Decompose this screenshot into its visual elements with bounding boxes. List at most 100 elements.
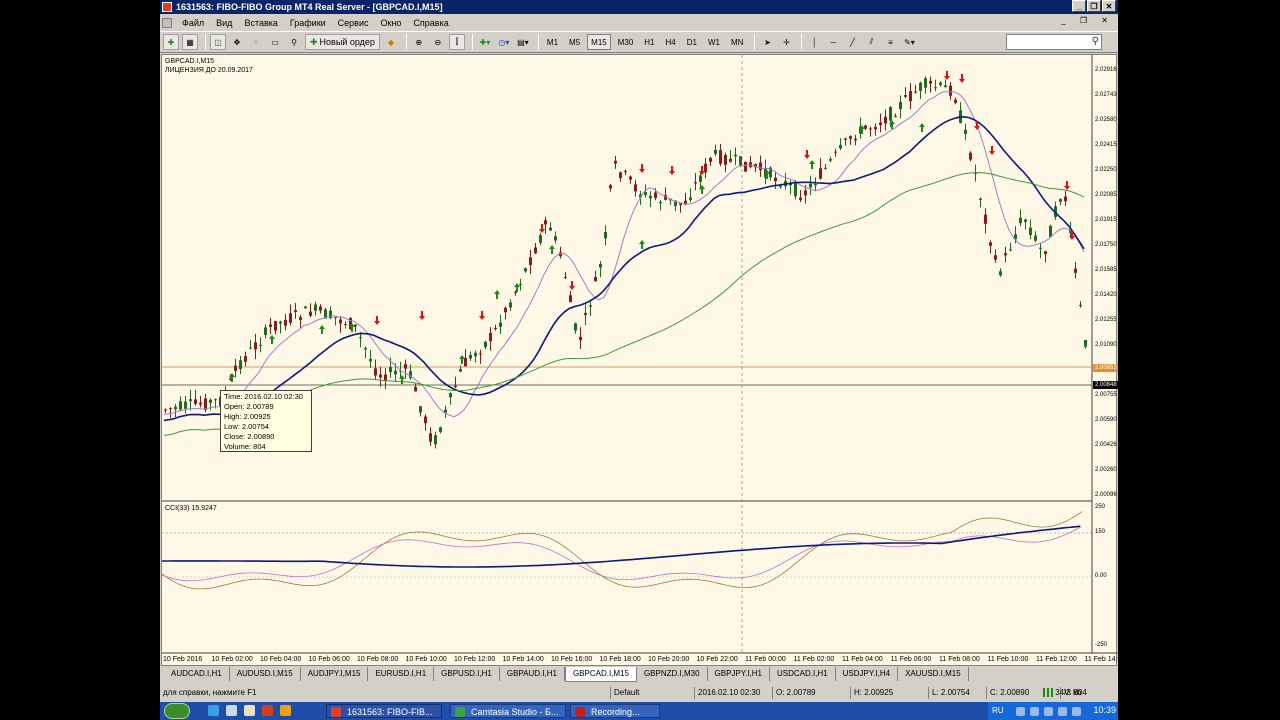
candle-body <box>929 80 932 84</box>
trendline-icon[interactable]: ╱ <box>844 34 860 50</box>
chart-tab[interactable]: USDJPY.I,H4 <box>836 667 899 681</box>
chart-tab[interactable]: GBPJPY.I,H1 <box>708 667 770 681</box>
tile-icon[interactable]: ⫿ <box>448 34 465 50</box>
explorer-icon[interactable] <box>244 705 255 716</box>
periods-icon[interactable]: ◷▾ <box>496 34 512 50</box>
chart-tab[interactable]: XAUUSD.I,M15 <box>898 667 969 681</box>
candle-body <box>264 327 267 335</box>
zoom-out-icon[interactable]: ⊖ <box>430 34 446 50</box>
language-indicator[interactable]: RU <box>992 706 1004 715</box>
timeframe-m5[interactable]: M5 <box>565 34 584 50</box>
media-player-icon[interactable] <box>262 705 273 716</box>
bid-price-tag: 2.00953 <box>1093 364 1118 372</box>
ie-icon[interactable] <box>208 705 219 716</box>
tray-icon-3[interactable] <box>1044 707 1053 716</box>
timeframe-m1[interactable]: M1 <box>543 34 562 50</box>
task-metatrader[interactable]: 1631563: FIBO-FIB... <box>326 704 442 718</box>
timeframe-h1[interactable]: H1 <box>640 34 658 50</box>
timeframe-h4[interactable]: H4 <box>662 34 680 50</box>
tooltip-high: High: 2.00925 <box>224 411 271 421</box>
draw-objects-menu-icon[interactable]: ✎▾ <box>901 34 917 50</box>
equidistant-channel-icon[interactable]: ⫽ <box>863 34 879 50</box>
chart-window-icon[interactable] <box>162 17 172 28</box>
time-scale-label: 11 Feb 14:00 <box>1084 656 1119 663</box>
buy-signal-arrow <box>639 240 645 249</box>
timeframe-m30[interactable]: M30 <box>614 34 638 50</box>
chart-tab[interactable]: GBPUSD.I,H1 <box>434 667 500 681</box>
search-icon[interactable]: ⚲ <box>1092 36 1099 47</box>
tray-icon-1[interactable] <box>1016 707 1025 716</box>
minimize-button[interactable]: _ <box>1072 0 1086 12</box>
time-scale-label: 10 Feb 06:00 <box>308 656 350 663</box>
candle-body <box>649 195 652 199</box>
sell-signal-arrow <box>804 150 810 159</box>
candle-body <box>299 317 302 321</box>
maximize-button[interactable]: ❐ <box>1087 0 1101 12</box>
timeframe-m15[interactable]: M15 <box>587 34 611 50</box>
menu-view[interactable]: Вид <box>210 18 238 28</box>
menu-window[interactable]: Окно <box>375 18 408 28</box>
data-window-icon[interactable]: ✧ <box>248 34 264 50</box>
price-scale-label: 2.01420 <box>1095 292 1117 298</box>
app-icon <box>162 2 172 12</box>
show-desktop-icon[interactable] <box>226 705 237 716</box>
task-camtasia[interactable]: Camtasia Studio - Б... <box>450 704 566 718</box>
candle-body <box>914 91 917 93</box>
candle-body <box>954 99 957 103</box>
candle-body <box>504 307 507 313</box>
templates-icon[interactable]: ▤▾ <box>515 34 531 50</box>
candle-body <box>989 242 992 246</box>
candle-body <box>714 149 717 154</box>
menu-insert[interactable]: Вставка <box>238 18 283 28</box>
chart-tab[interactable]: GBPAUD.I,H1 <box>500 667 565 681</box>
chart-tab[interactable]: EURUSD.I,H1 <box>368 667 435 681</box>
timeframe-w1[interactable]: W1 <box>704 34 724 50</box>
profiles-icon[interactable]: ▦ <box>182 34 198 50</box>
tray-icon-4[interactable] <box>1058 707 1067 716</box>
indicators-icon[interactable]: ✚▾ <box>477 34 493 50</box>
chrome-icon[interactable] <box>280 705 291 716</box>
search-input[interactable]: ⚲ <box>1006 34 1102 50</box>
terminal-icon[interactable]: ▭ <box>267 34 283 50</box>
new-chart-icon[interactable]: ✚ <box>163 34 179 50</box>
start-button[interactable] <box>164 703 190 719</box>
menu-bar: Файл Вид Вставка Графики Сервис Окно Спр… <box>160 15 1118 30</box>
candle-body <box>604 232 607 239</box>
autotrading-icon[interactable]: ◆ <box>383 34 399 50</box>
market-watch-icon[interactable]: ◫ <box>210 34 226 50</box>
zoom-in-icon[interactable]: ⊕ <box>411 34 427 50</box>
chart-tab[interactable]: AUDJPY.I,M15 <box>301 667 369 681</box>
horizontal-line-icon[interactable]: ─ <box>825 34 841 50</box>
new-order-button[interactable]: ✚ Новый ордер <box>305 34 380 50</box>
timeframe-d1[interactable]: D1 <box>683 34 701 50</box>
price-scale-label: 2.00755 <box>1095 392 1117 398</box>
menu-help[interactable]: Справка <box>407 18 454 28</box>
fibo-icon[interactable]: ≡ <box>882 34 898 50</box>
crosshair-icon[interactable]: ✛ <box>778 34 794 50</box>
volume-icon[interactable] <box>1072 707 1081 716</box>
cursor-icon[interactable]: ➤ <box>759 34 775 50</box>
menu-file[interactable]: Файл <box>176 18 210 28</box>
navigator-icon[interactable]: ✥ <box>229 34 245 50</box>
menu-tools[interactable]: Сервис <box>332 18 375 28</box>
chart-tab[interactable]: AUDCAD.I,H1 <box>164 667 230 681</box>
sell-signal-arrow <box>374 316 380 325</box>
task-recording[interactable]: Recording... <box>570 704 660 718</box>
chart-tab[interactable]: AUDUSD.I,M15 <box>230 667 301 681</box>
candle-body <box>389 367 392 373</box>
price-chart-canvas[interactable] <box>162 55 1118 667</box>
chart-tab[interactable]: USDCAD.I,H1 <box>770 667 836 681</box>
chart-window[interactable]: GBPCAD.I,M15 ЛИЦЕНЗИЯ ДО 20.09.2017 CCI(… <box>161 54 1119 667</box>
strategy-tester-icon[interactable]: ⚲ <box>286 34 302 50</box>
vertical-line-icon[interactable]: │ <box>806 34 822 50</box>
chart-tab[interactable]: GBPNZD.I,M30 <box>637 667 708 681</box>
timeframe-mn[interactable]: MN <box>727 34 747 50</box>
menu-charts[interactable]: Графики <box>284 18 332 28</box>
tray-icon-2[interactable] <box>1030 707 1039 716</box>
chart-tab[interactable]: GBPCAD.I,M15 <box>564 667 637 682</box>
mdi-window-controls[interactable]: _ ❐ ✕ <box>1061 16 1114 25</box>
title-bar[interactable]: 1631563: FIBO-FIBO Group MT4 Real Server… <box>160 0 1118 14</box>
status-profile[interactable]: Default <box>610 687 639 699</box>
candle-body <box>849 136 852 139</box>
close-button[interactable]: ✕ <box>1102 0 1116 12</box>
